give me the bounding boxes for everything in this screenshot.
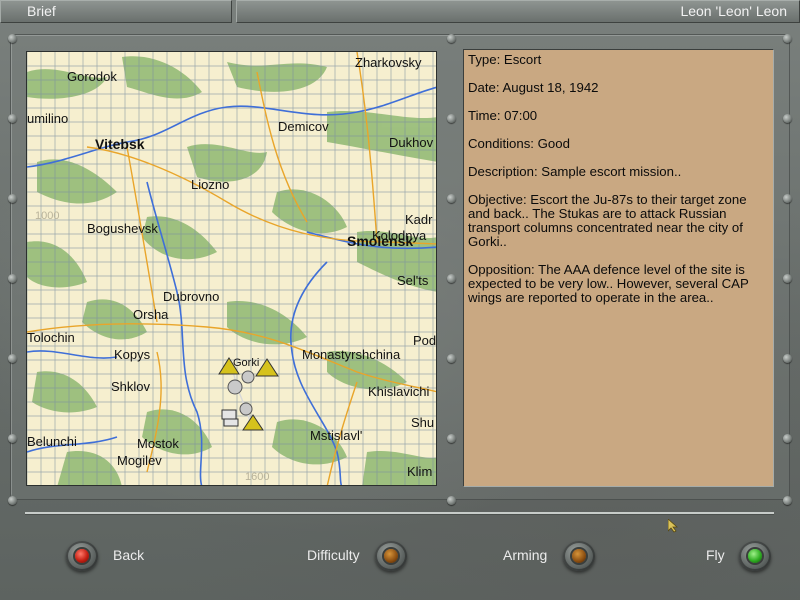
map-label: Vitebsk (95, 136, 145, 152)
map-label: Khislavichi (368, 384, 430, 399)
mission-objective: Objective: Escort the Ju-87s to their ta… (468, 192, 747, 249)
map-label: umilino (27, 111, 69, 126)
mission-opposition: Opposition: The AAA defence level of the… (468, 262, 749, 305)
map-label: Smolensk (347, 233, 414, 249)
map-label: Gorki (233, 357, 260, 369)
map-label: Shklov (111, 379, 151, 394)
difficulty-label[interactable]: Difficulty (307, 547, 360, 563)
mission-description: Description: Sample escort mission.. (468, 164, 682, 179)
fly-label[interactable]: Fly (706, 547, 725, 563)
arming-light-icon (572, 549, 586, 563)
map-label: Kadr (405, 212, 433, 227)
back-button[interactable] (66, 541, 98, 571)
rivet-icon (447, 434, 456, 443)
mission-conditions: Conditions: Good (468, 136, 570, 151)
map-label: Zharkovsky (355, 55, 422, 70)
map-label: Kopys (114, 347, 151, 362)
map-label: Demicov (278, 119, 329, 134)
map-label: 1600 (245, 471, 270, 483)
map-label: Mstislavl' (310, 428, 363, 443)
fly-light-icon (748, 549, 762, 563)
map-label: Belunchi (27, 434, 77, 449)
mouse-cursor-icon (668, 519, 678, 533)
map-label: Klim (407, 464, 433, 479)
back-label[interactable]: Back (113, 547, 144, 563)
rivet-icon (447, 34, 456, 43)
rivet-icon (447, 114, 456, 123)
rivet-icon (8, 114, 17, 123)
map-label: Dubrovno (163, 289, 220, 304)
mission-time: Time: 07:00 (468, 108, 538, 123)
rivet-icon (8, 434, 17, 443)
rivet-icon (8, 496, 17, 505)
map-label: Dukhov (389, 135, 434, 150)
mission-date: Date: August 18, 1942 (468, 80, 599, 95)
map-label: Mogilev (117, 453, 162, 468)
rivet-icon (8, 274, 17, 283)
rivet-icon (8, 354, 17, 363)
map-label: Liozno (191, 177, 230, 192)
rivet-icon (447, 274, 456, 283)
map-label: Tolochin (27, 330, 75, 345)
map-terrain (27, 52, 436, 485)
map-label: Monastyrshchina (302, 347, 401, 362)
fly-button[interactable] (739, 541, 771, 571)
rivet-icon (447, 496, 456, 505)
back-light-icon (75, 549, 89, 563)
map-label: Orsha (133, 307, 169, 322)
divider (25, 512, 774, 514)
difficulty-light-icon (384, 549, 398, 563)
map-label: 1000 (35, 210, 60, 222)
top-bar: Brief Leon 'Leon' Leon (0, 0, 800, 25)
map-label: Bogushevsk (87, 221, 158, 236)
map-label: Sel'ts (397, 273, 429, 288)
rivet-icon (783, 194, 792, 203)
map-label: Mostok (137, 436, 179, 451)
map-label: Gorodok (67, 69, 117, 84)
rivet-icon (783, 34, 792, 43)
rivet-icon (783, 274, 792, 283)
rivet-icon (783, 354, 792, 363)
map-label: Shu (411, 415, 435, 430)
rivet-icon (783, 434, 792, 443)
mission-brief-text: Type: Escort Date: August 18, 1942 Time:… (463, 49, 774, 487)
difficulty-button[interactable] (375, 541, 407, 571)
screen-title: Brief (0, 0, 232, 23)
pilot-name: Leon 'Leon' Leon (236, 0, 800, 23)
rivet-icon (447, 194, 456, 203)
arming-button[interactable] (563, 541, 595, 571)
rivet-icon (447, 354, 456, 363)
rivet-icon (783, 496, 792, 505)
mission-map[interactable]: Zharkovsky Gorodok umilino Vitebsk Demic… (26, 51, 437, 486)
mission-type: Type: Escort (468, 52, 542, 67)
map-label: Pod (413, 333, 437, 348)
arming-label[interactable]: Arming (503, 547, 547, 563)
rivet-icon (8, 194, 17, 203)
rivet-icon (783, 114, 792, 123)
rivet-icon (8, 34, 17, 43)
